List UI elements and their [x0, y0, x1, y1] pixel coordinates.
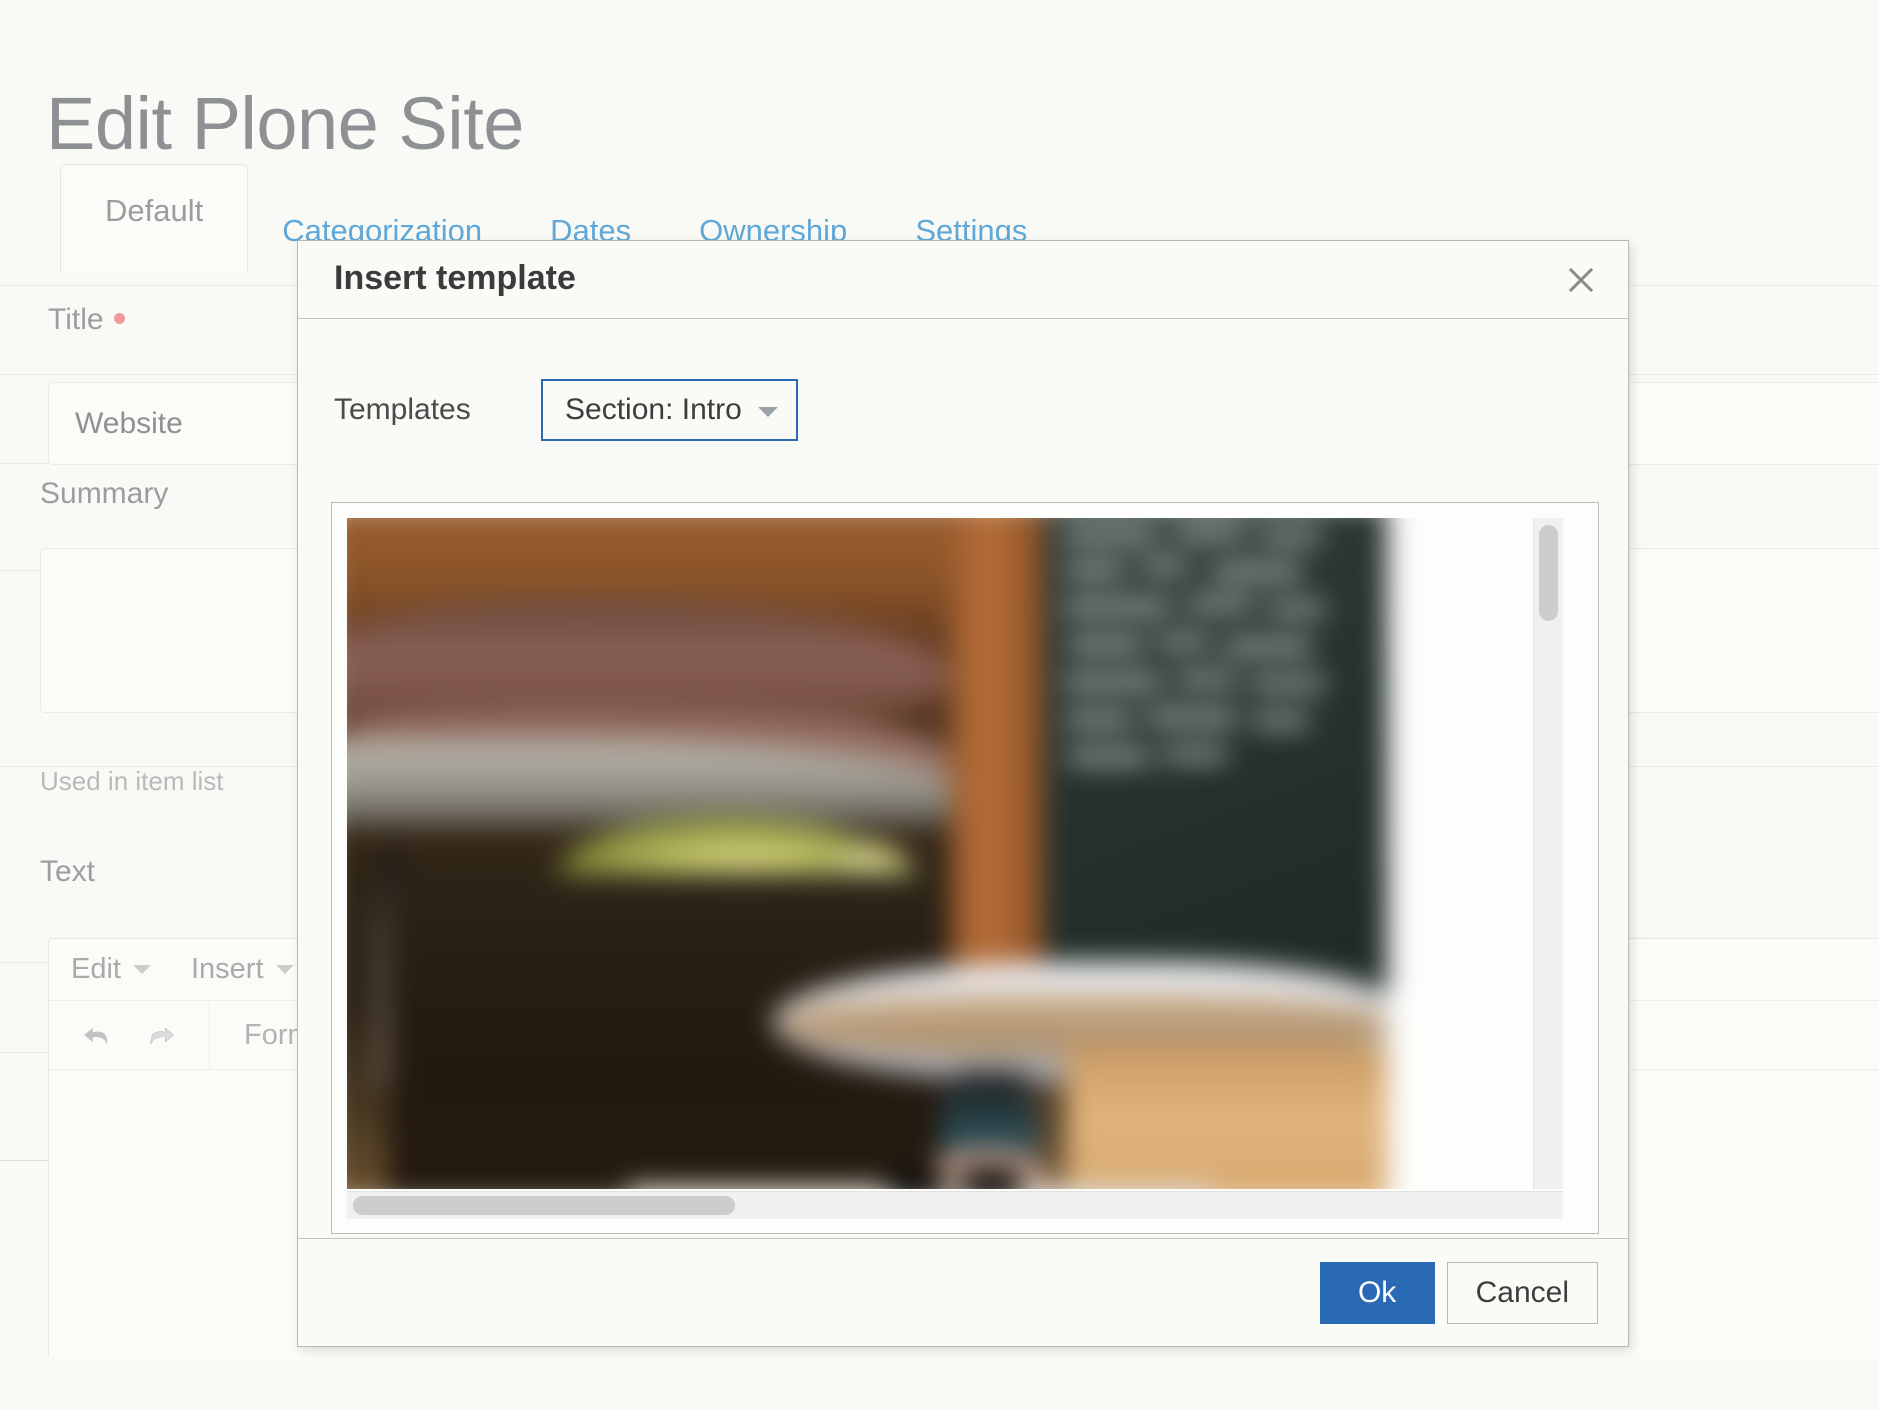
editor-menu-insert-label: Insert: [190, 953, 264, 985]
dialog-footer: Ok Cancel: [298, 1238, 1628, 1346]
required-indicator-icon: [113, 313, 125, 325]
editor-menu-edit[interactable]: Edit: [71, 953, 151, 986]
template-preview-pane: [331, 502, 1599, 1234]
text-field-label: Text: [40, 855, 96, 888]
insert-template-dialog: Insert template Templates Section: Intro: [297, 240, 1629, 1347]
tab-settings[interactable]: Settings: [881, 185, 1061, 248]
preview-vertical-scrollbar-thumb[interactable]: [1539, 525, 1558, 621]
template-select-value: Section: Intro: [565, 393, 742, 426]
close-button[interactable]: [1554, 255, 1608, 305]
templates-row: Templates Section: Intro: [298, 375, 798, 445]
dialog-title: Insert template: [334, 259, 576, 297]
undo-arrow-icon: [84, 1027, 108, 1045]
ok-button[interactable]: Ok: [1319, 1261, 1435, 1324]
undo-button[interactable]: [65, 1001, 129, 1069]
chevron-down-icon: [132, 965, 151, 974]
redo-button[interactable]: [129, 1001, 193, 1069]
title-input-value: Website: [75, 406, 183, 440]
chevron-down-icon: [275, 965, 294, 974]
title-label-text: Title: [48, 303, 104, 336]
template-preview-viewport: [347, 518, 1563, 1189]
template-preview-image: [347, 518, 1388, 1189]
cancel-button[interactable]: Cancel: [1446, 1261, 1598, 1324]
editor-menu-insert[interactable]: Insert: [191, 953, 294, 986]
editor-menu-edit-label: Edit: [71, 953, 121, 985]
chevron-down-icon: [757, 407, 778, 417]
title-field-label: Title: [48, 303, 125, 337]
close-x-icon: [1568, 267, 1594, 293]
preview-horizontal-scrollbar[interactable]: [347, 1191, 1563, 1219]
dialog-header: Insert template: [298, 241, 1628, 319]
dialog-body: Templates Section: Intro: [298, 319, 1628, 1269]
tab-default[interactable]: Default: [60, 164, 249, 272]
templates-label: Templates: [334, 393, 471, 426]
editor-toolbar-history-group: [49, 1001, 210, 1069]
tab-categorization[interactable]: Categorization: [248, 185, 516, 248]
preview-horizontal-scrollbar-thumb[interactable]: [353, 1196, 735, 1215]
summary-help-text: Used in item list: [40, 766, 224, 796]
template-select[interactable]: Section: Intro: [541, 379, 798, 441]
tab-dates[interactable]: Dates: [516, 185, 665, 248]
tab-ownership[interactable]: Ownership: [665, 185, 881, 248]
page-title: Edit Plone Site: [46, 81, 524, 165]
summary-field-label: Summary: [40, 477, 169, 510]
preview-vertical-scrollbar[interactable]: [1533, 518, 1563, 1189]
redo-arrow-icon: [150, 1027, 174, 1045]
